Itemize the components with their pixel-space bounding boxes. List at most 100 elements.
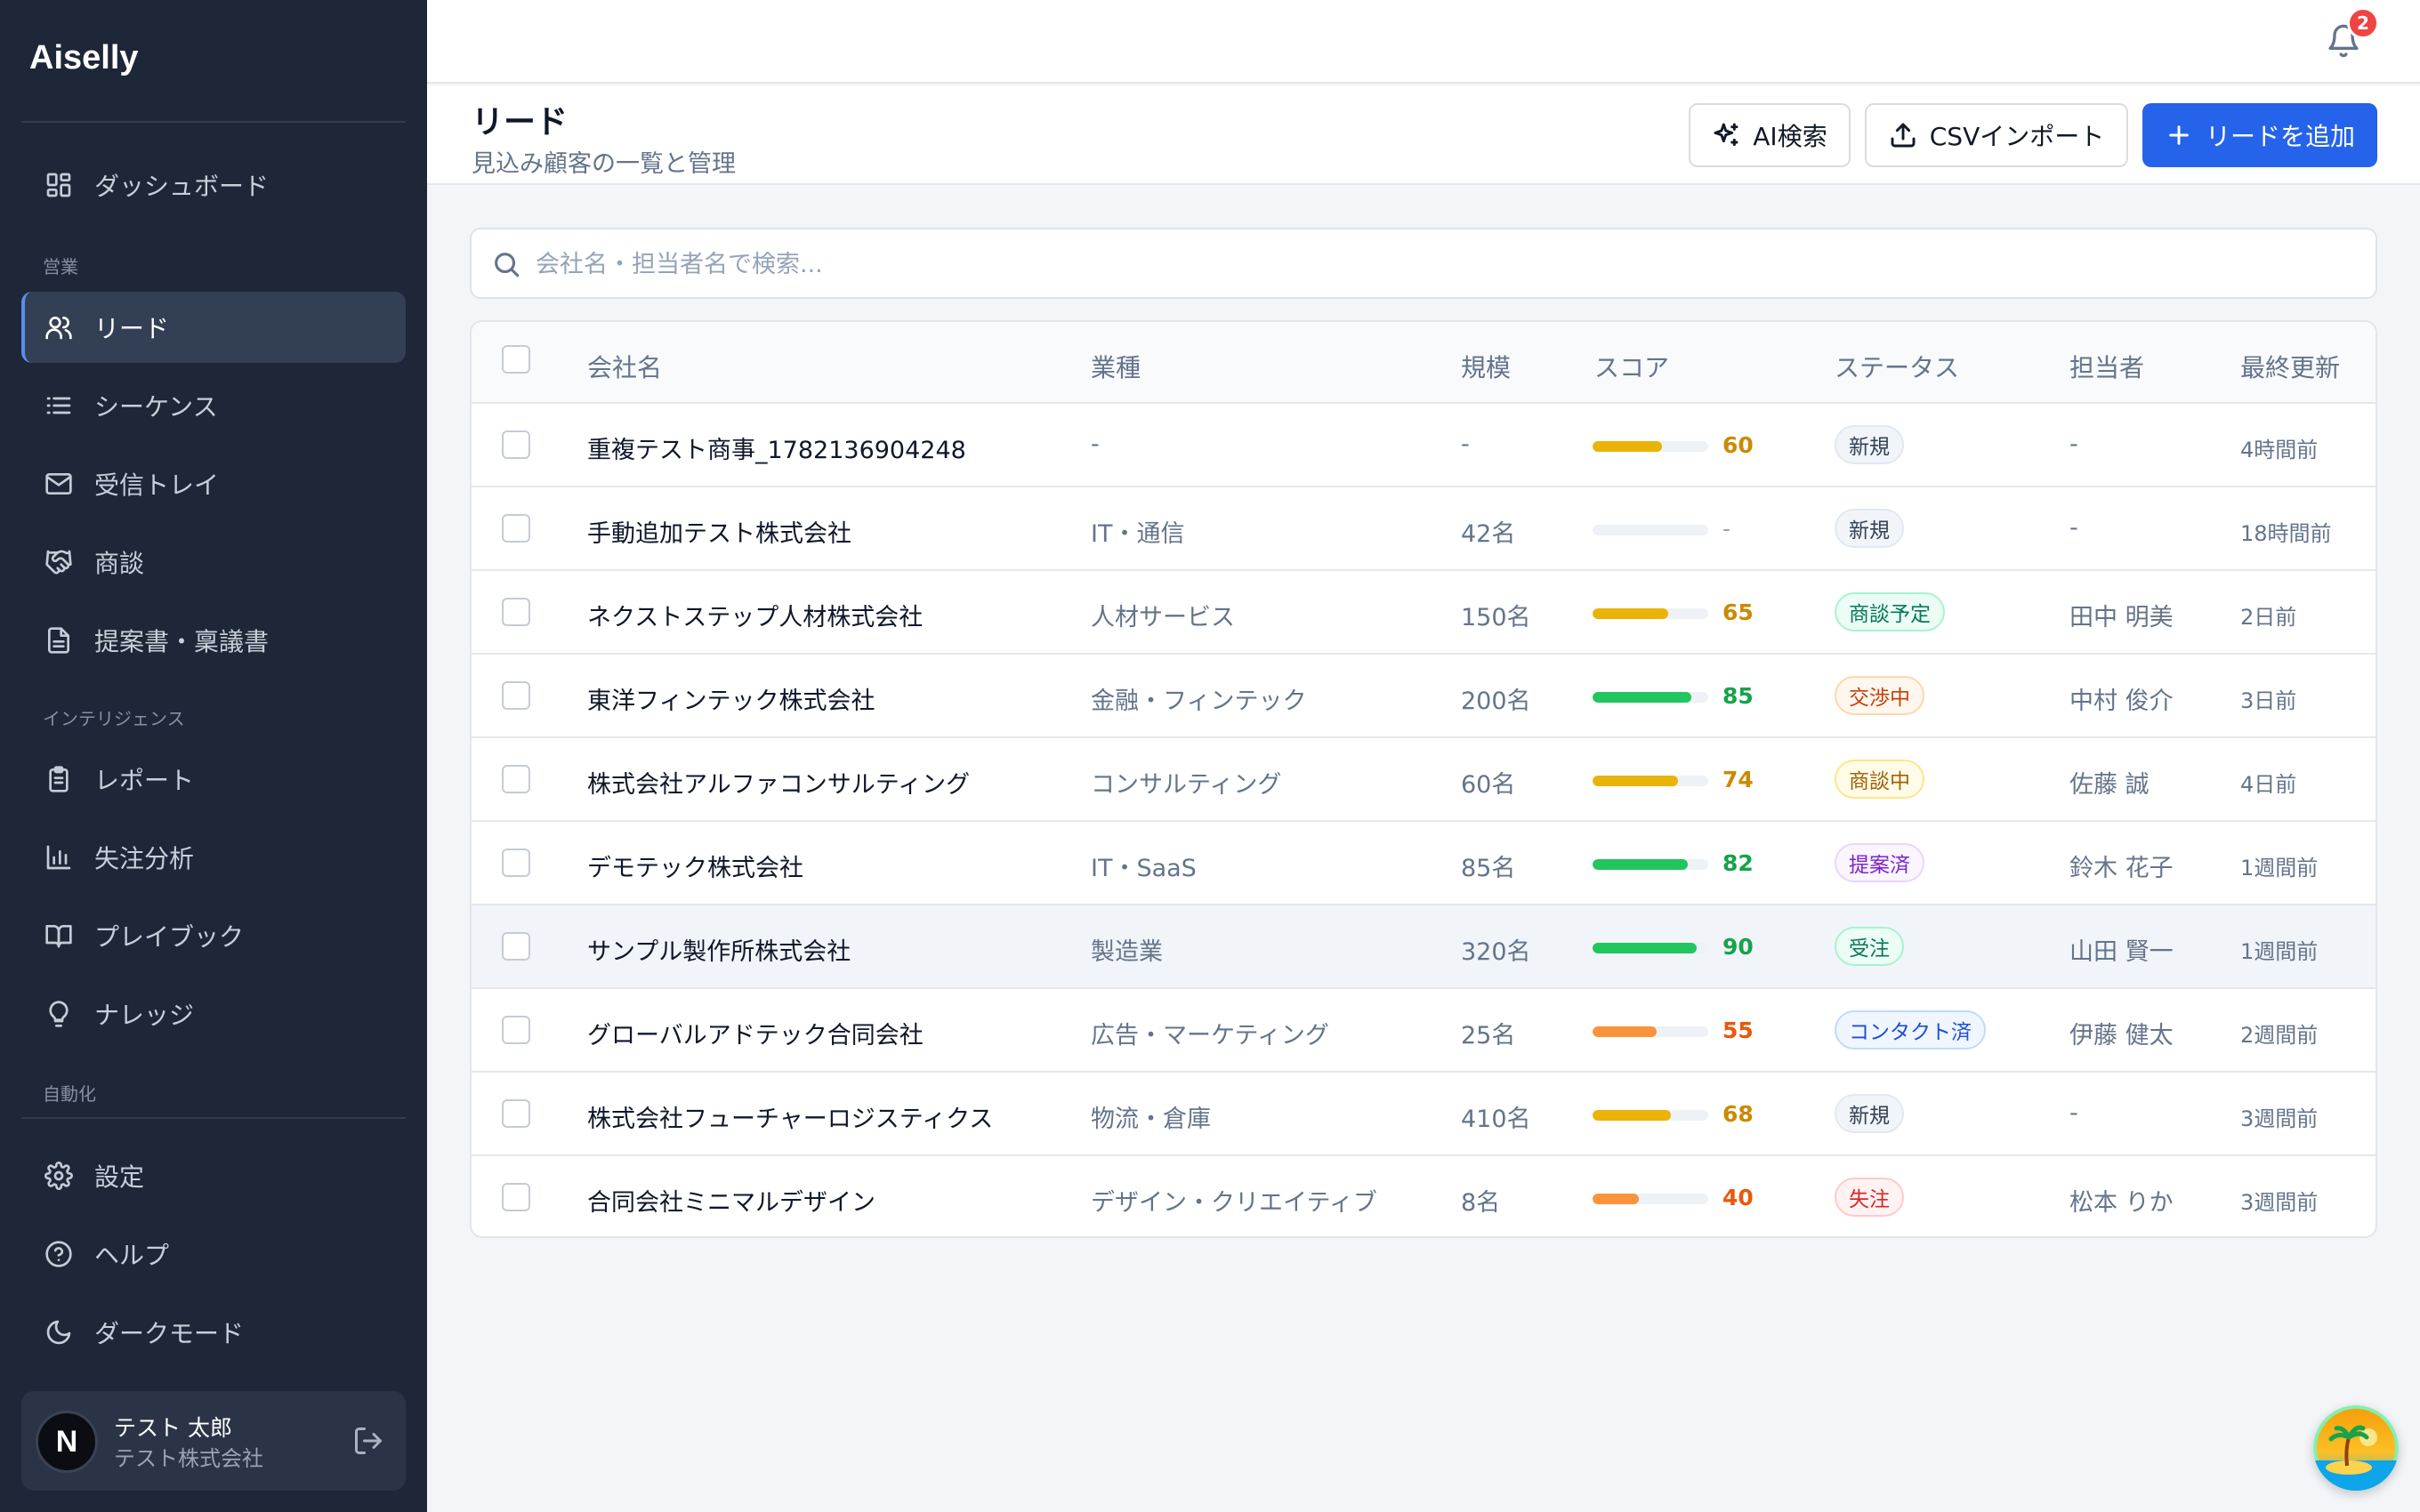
industry: 広告・マーケティング [1091,1022,1329,1050]
sidebar-item-dashboard[interactable]: ダッシュボード [21,149,406,221]
row-checkbox[interactable] [502,681,530,710]
sidebar-item-deals[interactable]: 商談 [21,527,406,598]
column-header-status[interactable]: ステータス [1835,349,1959,384]
company-size: 320名 [1461,938,1531,966]
company-name[interactable]: 手動追加テスト株式会社 [587,514,851,549]
status-badge: 商談予定 [1835,592,1945,631]
row-checkbox[interactable] [502,848,530,877]
table-row[interactable]: グローバルアドテック合同会社 広告・マーケティング 25名 55 コンタクト済 伊藤 健太… [472,989,2376,1073]
score-bar [1593,692,1708,703]
assistant-launcher-icon[interactable] [2313,1405,2399,1491]
table-row[interactable]: 東洋フィンテック株式会社 金融・フィンテック 200名 85 交渉中 中村 俊介 3日前 [472,655,2376,738]
score-value: 65 [1722,599,1754,625]
score-value: 40 [1722,1185,1754,1210]
score-bar-fill [1593,608,1668,619]
mail-icon [41,466,77,502]
industry: 人材サービス [1091,604,1235,631]
table-header: 会社名 業種 規模 スコア ステータス 担当者 最終更新 [472,322,2376,404]
sidebar-item-settings[interactable]: 設定 [21,1140,406,1211]
page-subtitle: 見込み顧客の一覧と管理 [472,150,736,178]
sidebar-item-knowledge[interactable]: ナレッジ [21,978,406,1050]
column-header-score[interactable]: スコア [1594,349,1669,384]
table-row[interactable]: デモテック株式会社 IT・SaaS 85名 82 提案済 鈴木 花子 1週間前 [472,822,2376,905]
industry: コンサルティング [1091,771,1282,799]
table-row[interactable]: ネクストステップ人材株式会社 人材サービス 150名 65 商談予定 田中 明美 2日前 [472,571,2376,655]
table-row[interactable]: サンプル製作所株式会社 製造業 320名 90 受注 山田 賢一 1週間前 [472,905,2376,989]
company-name[interactable]: 株式会社アルファコンサルティング [587,765,970,800]
table-row[interactable]: 重複テスト商事_1782136904248 - - 60 新規 - 4時間前 [472,404,2376,487]
status-badge: 交渉中 [1835,676,1924,715]
logout-icon[interactable] [352,1425,384,1457]
score-value: 82 [1722,850,1754,876]
industry: 製造業 [1091,938,1163,966]
table-row[interactable]: 手動追加テスト株式会社 IT・通信 42名 - 新規 - 18時間前 [472,487,2376,571]
column-header-industry[interactable]: 業種 [1091,349,1141,384]
table-row[interactable]: 株式会社アルファコンサルティング コンサルティング 60名 74 商談中 佐藤 誠 4日前 [472,738,2376,822]
user-card[interactable]: N テスト 太郎 テスト株式会社 [21,1391,406,1491]
company-size: 150名 [1461,604,1531,631]
search-input[interactable] [536,242,2351,286]
updated-at: 1週間前 [2240,856,2319,881]
sidebar-item-playbook[interactable]: プレイブック [21,900,406,971]
company-name[interactable]: デモテック株式会社 [587,848,803,883]
row-checkbox[interactable] [502,430,530,459]
company-name[interactable]: 株式会社フューチャーロジスティクス [587,1099,993,1134]
owner: 伊藤 健太 [2069,1022,2174,1050]
score-bar [1593,525,1708,535]
csv-import-button[interactable]: CSVインポート [1865,103,2128,167]
sidebar-item-help[interactable]: ヘルプ [21,1218,406,1290]
company-name[interactable]: 重複テスト商事_1782136904248 [587,430,966,465]
sidebar-item-leads[interactable]: リード [21,292,406,363]
sidebar-item-label: レポート [94,766,195,795]
gear-icon [41,1158,77,1194]
sparkles-icon [1714,123,1738,147]
row-checkbox[interactable] [502,514,530,543]
column-header-company[interactable]: 会社名 [587,349,662,384]
owner: - [2069,430,2078,458]
column-header-updated[interactable]: 最終更新 [2240,349,2340,384]
status-badge: コンタクト済 [1835,1010,1986,1050]
sidebar-item-reports[interactable]: レポート [21,744,406,815]
company-name[interactable]: サンプル製作所株式会社 [587,932,851,967]
sidebar-item-proposals[interactable]: 提案書・稟議書 [21,605,406,676]
lightbulb-icon [41,996,77,1032]
row-checkbox[interactable] [502,1183,530,1211]
add-lead-button[interactable]: リードを追加 [2142,103,2377,167]
notification-badge: 2 [2347,7,2379,39]
score-bar-fill [1593,859,1688,870]
industry: 物流・倉庫 [1091,1106,1211,1133]
column-header-size[interactable]: 規模 [1461,349,1511,384]
score-value: 68 [1722,1101,1754,1127]
select-all-checkbox[interactable] [502,345,530,374]
company-name[interactable]: 合同会社ミニマルデザイン [587,1183,875,1218]
row-checkbox[interactable] [502,1016,530,1044]
sidebar-item-dark-mode[interactable]: ダークモード [21,1297,406,1368]
company-name[interactable]: ネクストステップ人材株式会社 [587,598,923,632]
row-checkbox[interactable] [502,1099,530,1128]
sidebar-item-inbox[interactable]: 受信トレイ [21,448,406,519]
ai-search-label: AI検索 [1753,122,1827,151]
row-checkbox[interactable] [502,765,530,793]
sidebar: Aiselly ダッシュボード 営業 リード シーケンス 受信トレイ 商談 提案… [0,0,427,1512]
company-size: 410名 [1461,1106,1531,1133]
score-bar-fill [1593,1110,1672,1121]
sidebar-item-lost-analysis[interactable]: 失注分析 [21,822,406,893]
sidebar-item-label: ダークモード [94,1319,245,1348]
ai-search-button[interactable]: AI検索 [1689,103,1851,167]
industry: - [1091,430,1100,458]
company-name[interactable]: グローバルアドテック合同会社 [587,1016,924,1050]
company-name[interactable]: 東洋フィンテック株式会社 [587,681,875,716]
table-row[interactable]: 株式会社フューチャーロジスティクス 物流・倉庫 410名 68 新規 - 3週間前 [472,1073,2376,1156]
score-bar [1593,859,1708,870]
column-header-owner[interactable]: 担当者 [2069,349,2144,384]
score-bar-fill [1593,943,1697,953]
score-bar-fill [1593,776,1679,786]
sidebar-item-label: ヘルプ [94,1241,170,1270]
score-bar-fill [1593,1194,1639,1204]
table-row[interactable]: 合同会社ミニマルデザイン デザイン・クリエイティブ 8名 40 失注 松本 りか 3週間前 [472,1156,2376,1236]
row-checkbox[interactable] [502,598,530,626]
app-logo[interactable]: Aiselly [29,39,139,77]
row-checkbox[interactable] [502,932,530,961]
sidebar-item-sequences[interactable]: シーケンス [21,370,406,441]
help-circle-icon [41,1236,77,1272]
